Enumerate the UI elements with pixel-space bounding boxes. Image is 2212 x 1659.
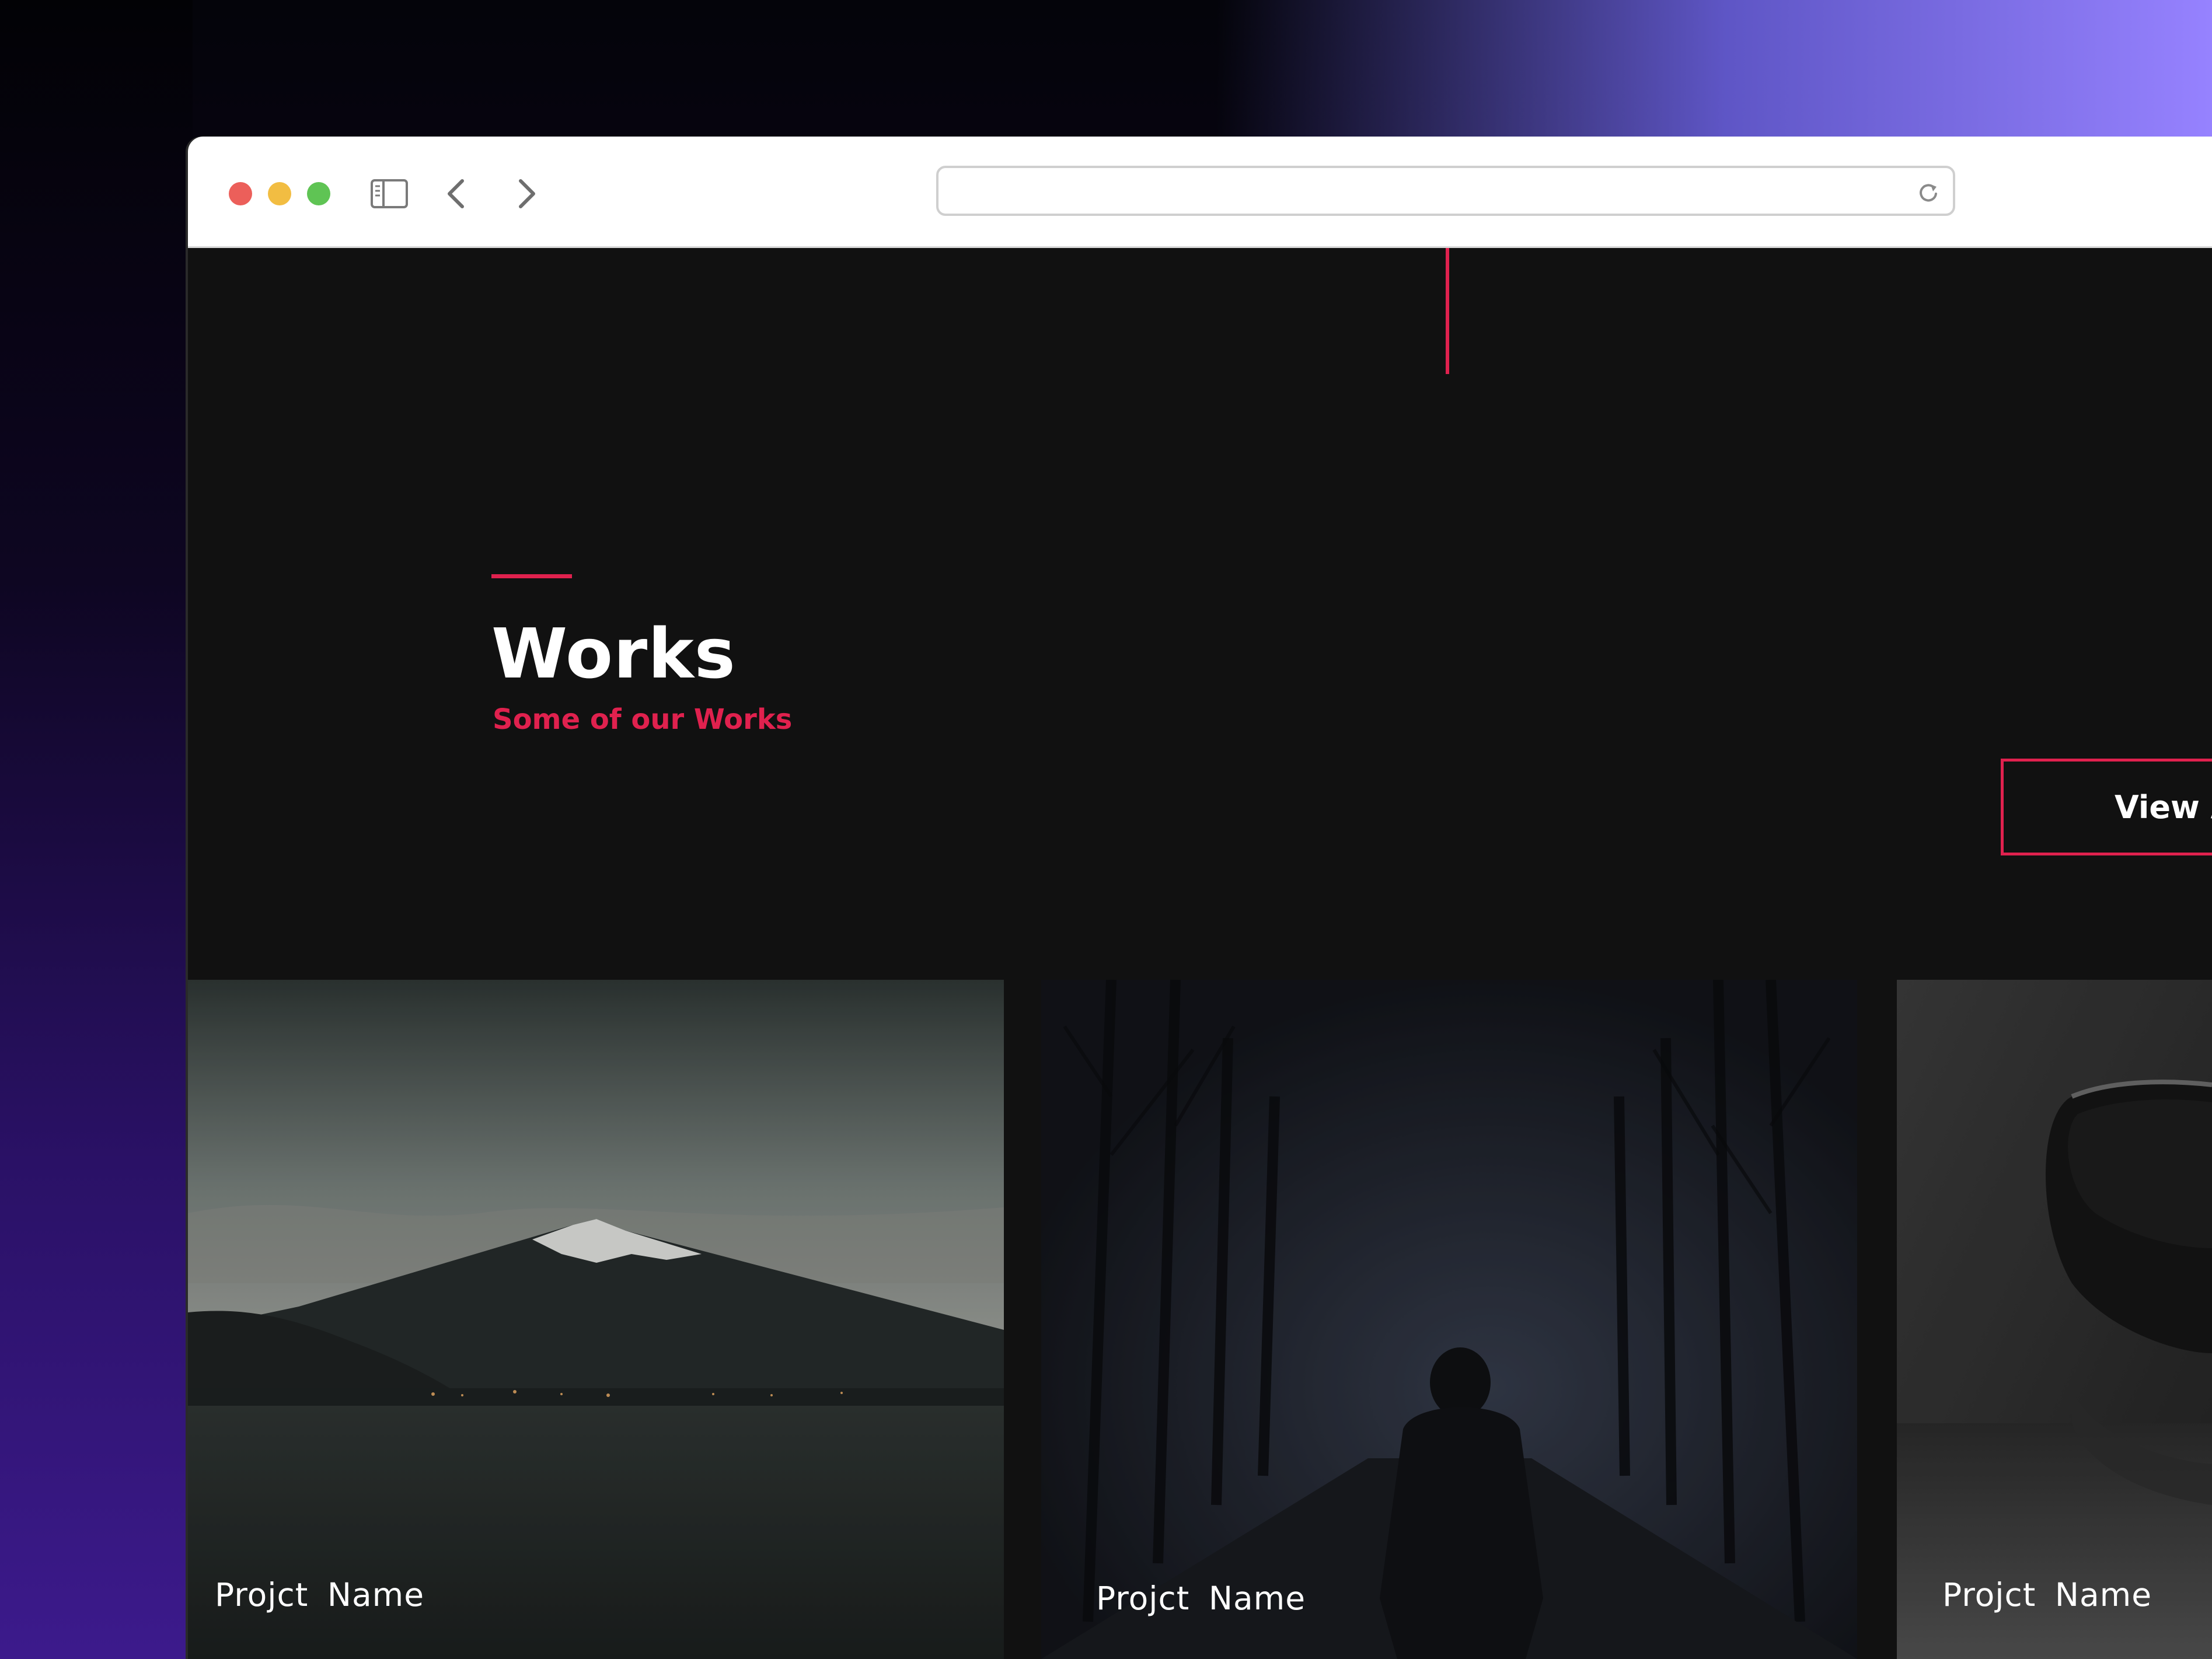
- scroll-indicator-line: [1446, 248, 1449, 374]
- back-arrow-icon[interactable]: [439, 172, 474, 216]
- project-name-label: Projct Name: [1096, 1580, 1306, 1617]
- hooded-figure-forest-photo: [1041, 980, 1857, 1659]
- project-name-label: Projct Name: [1942, 1576, 2152, 1613]
- project-name-label: Projct Name: [215, 1576, 425, 1613]
- works-page: Works Some of our Works View A: [188, 248, 2212, 1659]
- dark-cup-photo: [1897, 980, 2212, 1659]
- project-card[interactable]: Projct Name: [1897, 980, 2212, 1659]
- close-window-button[interactable]: [229, 182, 252, 205]
- browser-window: Works Some of our Works View A: [188, 137, 2212, 1659]
- address-bar[interactable]: [936, 166, 1955, 216]
- project-card[interactable]: Projct Name: [1041, 980, 1857, 1659]
- minimize-window-button[interactable]: [268, 182, 291, 205]
- gradient-backdrop-left: [0, 0, 193, 1659]
- title-accent-bar: [491, 574, 572, 578]
- browser-toolbar: [188, 137, 2212, 248]
- url-input[interactable]: [950, 174, 1886, 208]
- project-card[interactable]: Projct Name: [188, 980, 1004, 1659]
- mountain-lake-photo: [188, 980, 1004, 1659]
- view-all-button[interactable]: View A: [2001, 759, 2212, 855]
- maximize-window-button[interactable]: [307, 182, 330, 205]
- section-subtitle: Some of our Works: [493, 703, 793, 736]
- reload-icon[interactable]: [1917, 181, 1940, 204]
- forward-arrow-icon[interactable]: [509, 172, 544, 216]
- sidebar-toggle-icon[interactable]: [369, 172, 410, 216]
- section-title: Works: [491, 613, 736, 694]
